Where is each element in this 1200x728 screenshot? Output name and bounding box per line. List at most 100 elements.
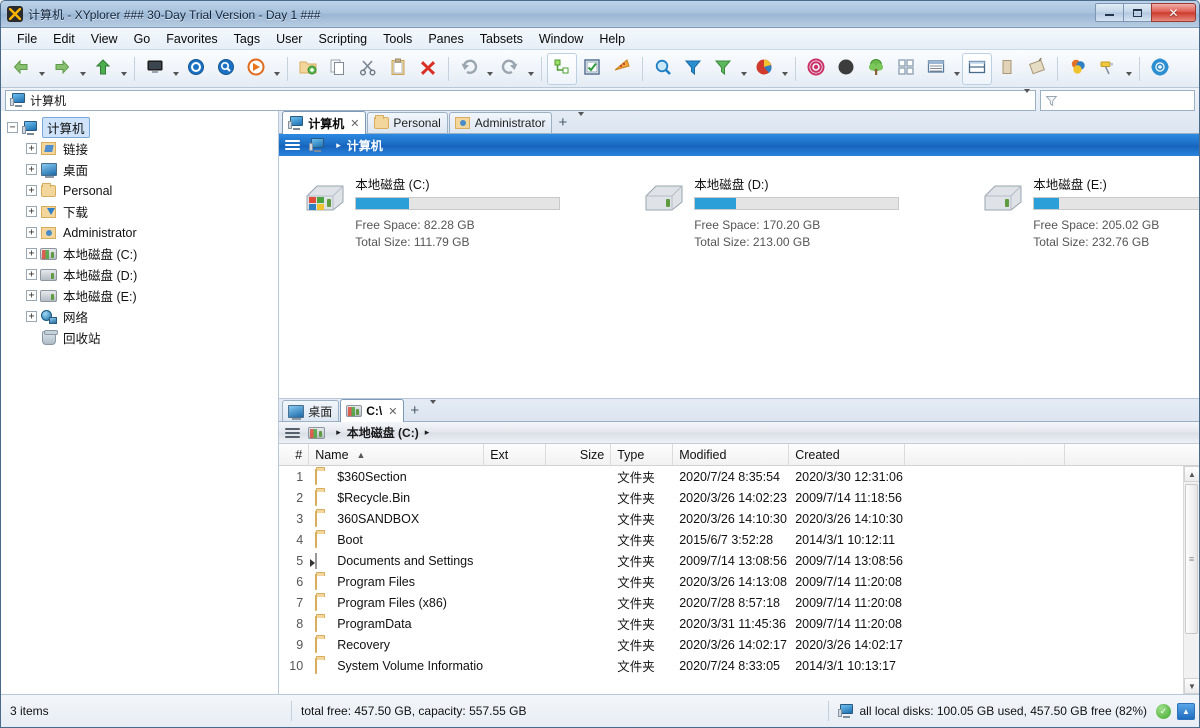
tree-expander[interactable]: + [26,227,37,238]
computer-button[interactable] [140,53,170,85]
file-row[interactable]: 8ProgramData文件夹2020/3/31 11:45:362009/7/… [279,613,1199,634]
search-button[interactable] [648,53,678,85]
scroll-up-button[interactable]: ▲ [1184,466,1199,482]
drive-item[interactable]: 本地磁盘 (C:)Free Space: 82.28 GBTotal Size:… [291,174,560,251]
column-header-spare[interactable] [905,444,1065,466]
branch-view-button[interactable] [547,53,577,85]
paste-button[interactable] [383,53,413,85]
tab-list-dropdown[interactable] [424,401,442,421]
tree-node-[interactable]: +下载 [1,201,278,222]
file-row[interactable]: 9Recovery文件夹2020/3/26 14:02:172020/3/26 … [279,634,1199,655]
tree-node-[interactable]: +桌面 [1,159,278,180]
row-name-cell[interactable]: ProgramData [309,613,484,634]
menu-help[interactable]: Help [591,29,633,49]
tree-expander[interactable]: + [26,248,37,259]
dark-mode-button[interactable] [831,53,861,85]
back-button-dropdown[interactable] [36,53,47,85]
tree-node-c[interactable]: +本地磁盘 (C:) [1,243,278,264]
back-button[interactable] [6,53,36,85]
tree-expander[interactable]: + [26,164,37,175]
up-button-dropdown[interactable] [118,53,129,85]
tree-button[interactable] [861,53,891,85]
column-header-type[interactable]: Type [611,444,673,466]
drive-item[interactable]: 本地磁盘 (E:)Free Space: 205.02 GBTotal Size… [969,174,1199,251]
target-button[interactable] [181,53,211,85]
redo-button[interactable] [495,53,525,85]
tree-expander[interactable]: + [26,290,37,301]
row-name-cell[interactable]: System Volume Information [309,655,484,676]
tree-expander[interactable] [26,332,37,343]
visual-filter-button[interactable] [708,53,738,85]
details-view-button-dropdown[interactable] [951,53,962,85]
address-input[interactable]: 计算机 [5,90,1036,111]
breadcrumb-separator-trailing[interactable]: ▸ [425,427,430,438]
tree-expander[interactable]: − [7,122,18,133]
tab-[interactable]: 计算机✕ [282,111,366,134]
tab-list-dropdown[interactable] [572,113,590,133]
breadcrumb-path[interactable]: 计算机 [347,137,383,154]
chevron-down-icon[interactable] [1024,93,1030,107]
dual-pane-button[interactable] [962,53,992,85]
color-filters-button[interactable] [1063,53,1093,85]
close-button[interactable]: ✕ [1151,3,1196,22]
tree-node-e[interactable]: +本地磁盘 (E:) [1,285,278,306]
forward-button[interactable] [47,53,77,85]
paint-button-dropdown[interactable] [1123,53,1134,85]
menu-window[interactable]: Window [531,29,591,49]
menu-scripting[interactable]: Scripting [310,29,375,49]
row-name-cell[interactable]: Documents and Settings [309,550,484,571]
up-button[interactable] [88,53,118,85]
go-to-button[interactable] [241,53,271,85]
tree-node-administrator[interactable]: +Administrator [1,222,278,243]
menu-view[interactable]: View [83,29,126,49]
breadcrumb-path[interactable]: 本地磁盘 (C:) [347,424,419,441]
highlight-button[interactable] [607,53,637,85]
tree-expander[interactable]: + [26,143,37,154]
menu-edit[interactable]: Edit [45,29,83,49]
row-name-cell[interactable]: Program Files [309,571,484,592]
menu-go[interactable]: Go [126,29,159,49]
tree-node-[interactable]: 回收站 [1,327,278,348]
file-row[interactable]: 5Documents and Settings文件夹2009/7/14 13:0… [279,550,1199,571]
tab-close-icon[interactable]: ✕ [388,405,397,418]
tree-expander[interactable]: + [26,206,37,217]
row-name-cell[interactable]: Program Files (x86) [309,592,484,613]
file-row[interactable]: 10System Volume Information文件夹2020/7/24 … [279,655,1199,676]
hamburger-icon[interactable] [285,140,300,150]
tree-expander[interactable]: + [26,185,37,196]
file-row[interactable]: 2$Recycle.Bin文件夹2020/3/26 14:02:232009/7… [279,487,1199,508]
file-row[interactable]: 3360SANDBOX文件夹2020/3/26 14:10:302020/3/2… [279,508,1199,529]
tree-expander[interactable]: + [26,269,37,280]
computer-button-dropdown[interactable] [170,53,181,85]
file-list-rows[interactable]: 1$360Section文件夹2020/7/24 8:35:542020/3/3… [279,466,1199,694]
hamburger-icon[interactable] [285,428,300,438]
go-to-button-dropdown[interactable] [271,53,282,85]
column-header-num[interactable]: # [279,444,309,466]
drive-item[interactable]: 本地磁盘 (D:)Free Space: 170.20 GBTotal Size… [630,174,899,251]
cut-button[interactable] [353,53,383,85]
redo-button-dropdown[interactable] [525,53,536,85]
menu-tags[interactable]: Tags [226,29,268,49]
minimize-button[interactable] [1095,3,1124,22]
tree-node-d[interactable]: +本地磁盘 (D:) [1,264,278,285]
menu-tabsets[interactable]: Tabsets [472,29,531,49]
new-folder-button[interactable] [293,53,323,85]
paint-button[interactable] [1093,53,1123,85]
add-tab-button[interactable]: + [405,401,424,421]
thumbnails-button[interactable] [891,53,921,85]
tree-node-personal[interactable]: +Personal [1,180,278,201]
row-name-cell[interactable]: Recovery [309,634,484,655]
column-header-size[interactable]: Size [546,444,611,466]
file-row[interactable]: 4Boot文件夹2015/6/7 3:52:282014/3/1 10:12:1… [279,529,1199,550]
report-button-dropdown[interactable] [779,53,790,85]
row-name-cell[interactable]: Boot [309,529,484,550]
filter-button[interactable] [678,53,708,85]
tree-node-[interactable]: −计算机 [1,117,278,138]
scroll-down-button[interactable]: ▼ [1184,678,1199,694]
tree-expander[interactable]: + [26,311,37,322]
checkbox-select-button[interactable] [577,53,607,85]
top-pane-breadcrumb[interactable]: ▸ 计算机 [279,134,1199,156]
row-name-cell[interactable]: $360Section [309,466,484,487]
visual-filter-button-dropdown[interactable] [738,53,749,85]
file-row[interactable]: 1$360Section文件夹2020/7/24 8:35:542020/3/3… [279,466,1199,487]
